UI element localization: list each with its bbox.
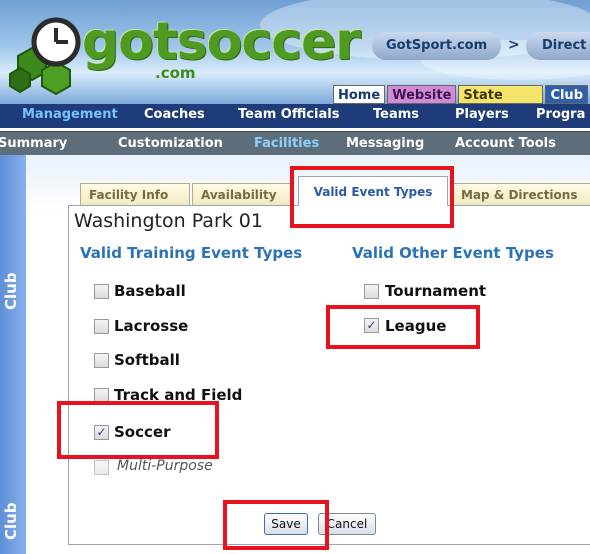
tournament-checkbox[interactable] — [364, 284, 379, 299]
nav-players[interactable]: Players — [455, 107, 509, 122]
top-links: Home Website State (AK) Club — [333, 85, 590, 104]
tab-availability[interactable]: Availability — [192, 183, 294, 205]
multi-purpose-label: Multi-Purpose — [117, 458, 213, 474]
logo-domain-suffix: .com — [155, 64, 196, 82]
nav-teams[interactable]: Teams — [373, 107, 419, 122]
primary-nav: Management Coaches Team Officials Teams … — [0, 104, 590, 128]
nav-coaches[interactable]: Coaches — [144, 107, 205, 122]
nav-customization[interactable]: Customization — [118, 136, 223, 151]
highlight-box-soccer — [57, 401, 219, 459]
softball-checkbox[interactable] — [94, 353, 109, 368]
gotsport-link[interactable]: GotSport.com — [372, 32, 502, 60]
club-sidebar — [0, 155, 26, 554]
nav-messaging[interactable]: Messaging — [346, 136, 424, 151]
secondary-nav: Summary Customization Facilities Messagi… — [0, 131, 590, 156]
facility-name: Washington Park 01 — [74, 210, 263, 232]
state-link[interactable]: State (AK) — [458, 85, 544, 104]
tab-facility-info[interactable]: Facility Info — [80, 183, 190, 205]
nav-programs[interactable]: Progra — [536, 107, 585, 122]
tournament-label: Tournament — [385, 282, 487, 300]
home-link[interactable]: Home — [333, 85, 386, 104]
tab-map-directions[interactable]: Map & Directions — [452, 183, 590, 205]
club-sidebar-label: Club — [2, 502, 20, 540]
training-types-heading: Valid Training Event Types — [80, 244, 303, 262]
lacrosse-label: Lacrosse — [114, 317, 189, 335]
other-types-heading: Valid Other Event Types — [352, 244, 554, 262]
highlight-box-tab — [290, 166, 454, 228]
baseball-checkbox[interactable] — [94, 284, 109, 299]
multi-purpose-checkbox[interactable] — [94, 460, 109, 475]
directory-link[interactable]: Direct — [526, 32, 590, 60]
lacrosse-checkbox[interactable] — [94, 319, 109, 334]
nav-team-officials[interactable]: Team Officials — [238, 107, 339, 122]
club-link[interactable]: Club — [545, 85, 588, 104]
nav-account-tools[interactable]: Account Tools — [455, 136, 556, 151]
website-link[interactable]: Website — [387, 85, 457, 104]
site-header: gotsoccer .com GotSport.com > Direct Hom… — [0, 0, 590, 104]
nav-facilities[interactable]: Facilities — [254, 136, 319, 151]
nav-summary[interactable]: Summary — [0, 136, 67, 151]
highlight-box-save — [223, 500, 329, 550]
nav-management[interactable]: Management — [22, 107, 118, 122]
logo-wordmark[interactable]: gotsoccer — [82, 14, 361, 70]
soccer-clock-logo-icon — [9, 17, 81, 96]
baseball-label: Baseball — [114, 282, 186, 300]
chevron-right-icon: > — [508, 37, 520, 53]
club-sidebar-label: Club — [2, 272, 20, 310]
highlight-box-league — [326, 305, 480, 349]
softball-label: Softball — [114, 351, 180, 369]
